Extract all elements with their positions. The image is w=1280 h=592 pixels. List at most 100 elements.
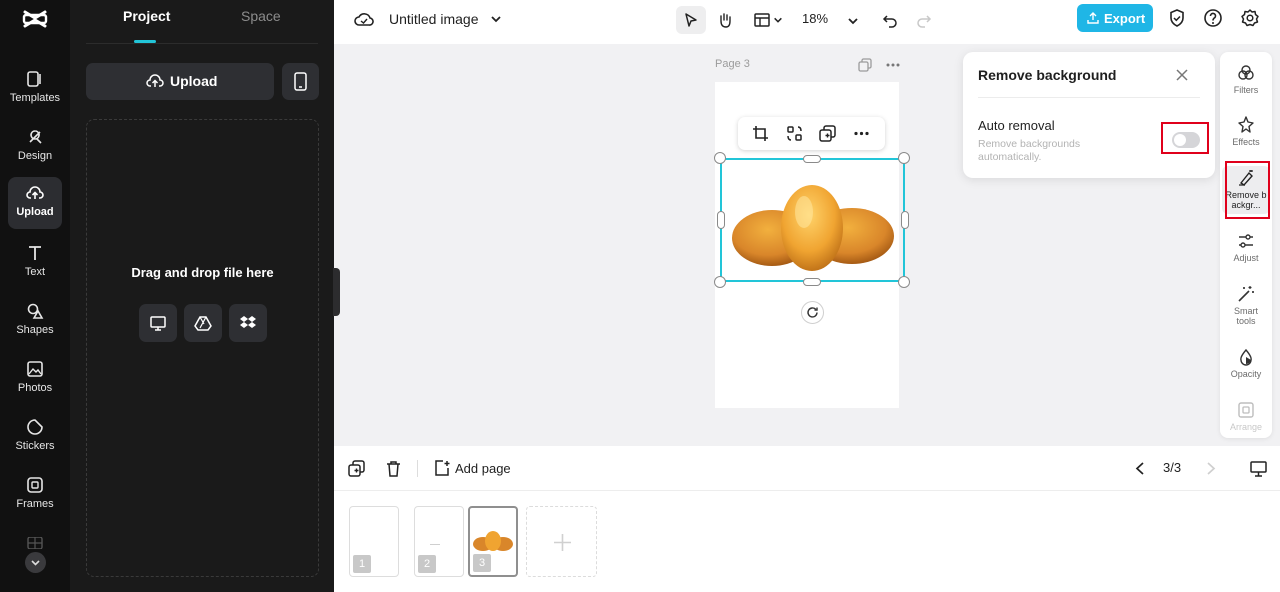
apps-icon[interactable]: [25, 537, 45, 549]
chevron-right-icon[interactable]: [1202, 460, 1219, 477]
templates-icon: [27, 71, 41, 87]
sidebar-item-shapes[interactable]: Shapes: [8, 295, 62, 347]
page-thumbnail-2[interactable]: 2: [414, 506, 464, 577]
cloud-sync-icon[interactable]: [354, 10, 374, 28]
photos-icon: [27, 361, 43, 377]
monitor-icon: [150, 316, 166, 331]
sidebar-item-label: Templates: [9, 92, 61, 104]
resize-handle-bottom-right[interactable]: [898, 276, 910, 288]
bread-rolls-image: [732, 185, 894, 271]
resize-handle-left[interactable]: [717, 211, 725, 229]
dropzone[interactable]: Drag and drop file here: [86, 119, 319, 577]
phone-icon: [294, 72, 307, 91]
resize-handle-right[interactable]: [901, 211, 909, 229]
sidebar-item-text[interactable]: Text: [8, 237, 62, 289]
pointer-icon: [685, 13, 697, 27]
zoom-dropdown-button[interactable]: [838, 6, 868, 34]
duplicate-page-icon[interactable]: [348, 460, 365, 477]
opacity-label: Opacity: [1230, 369, 1262, 379]
shield-icon[interactable]: [1167, 8, 1187, 28]
page-thumbnail-3[interactable]: 3: [468, 506, 518, 577]
sidebar-item-templates[interactable]: Templates: [8, 63, 62, 115]
hand-tool-button[interactable]: [710, 6, 740, 34]
sidebar-item-label: Upload: [16, 206, 54, 218]
google-drive-icon: [194, 316, 212, 331]
adjust-label: Adjust: [1233, 253, 1259, 263]
zoom-level[interactable]: 18%: [802, 11, 828, 26]
expand-more-button[interactable]: [25, 552, 46, 573]
duplicate-page-icon[interactable]: [858, 58, 872, 72]
select-tool-button[interactable]: [676, 6, 706, 34]
highlight-box: [1225, 161, 1270, 219]
tab-project[interactable]: Project: [123, 8, 170, 24]
add-page-thumbnail-button[interactable]: [526, 506, 597, 577]
arrange-button[interactable]: Arrange: [1222, 401, 1270, 432]
page-thumbnail-1[interactable]: 1: [349, 506, 399, 577]
resize-handle-bottom-left[interactable]: [714, 276, 726, 288]
export-button[interactable]: Export: [1077, 4, 1153, 32]
upload-button-label: Upload: [170, 73, 218, 89]
plus-icon: [554, 534, 571, 551]
more-options-icon[interactable]: [885, 58, 901, 72]
sidebar-item-design[interactable]: Design: [8, 121, 62, 173]
smart-tools-button[interactable]: Smart tools: [1222, 285, 1270, 326]
top-bar: Untitled image 18% Export: [334, 0, 1280, 44]
page-label: Page 3: [715, 58, 750, 70]
chevron-down-icon: [31, 560, 40, 566]
opacity-button[interactable]: Opacity: [1222, 348, 1270, 379]
resize-handle-top-left[interactable]: [714, 152, 726, 164]
resize-handle-top-right[interactable]: [898, 152, 910, 164]
redo-button[interactable]: [909, 6, 939, 34]
rotate-handle[interactable]: [801, 301, 824, 324]
sidebar-item-upload[interactable]: Upload: [8, 177, 62, 229]
undo-button[interactable]: [875, 6, 905, 34]
upload-button[interactable]: Upload: [86, 63, 274, 100]
popover-divider: [978, 97, 1200, 98]
adjust-button[interactable]: Adjust: [1222, 232, 1270, 263]
sidebar-item-frames[interactable]: Frames: [8, 469, 62, 521]
filters-button[interactable]: Filters: [1222, 64, 1270, 95]
sidebar-item-label: Frames: [16, 498, 54, 510]
upload-from-phone-button[interactable]: [282, 63, 319, 100]
sidebar-item-label: Design: [17, 150, 53, 162]
chevron-left-icon[interactable]: [1132, 460, 1149, 477]
document-title[interactable]: Untitled image: [389, 11, 479, 27]
sidebar-item-stickers[interactable]: Stickers: [8, 411, 62, 463]
upload-icon: [26, 186, 44, 199]
frames-icon: [27, 477, 43, 493]
tab-divider: [86, 43, 318, 44]
present-icon[interactable]: [1250, 460, 1267, 477]
trash-icon[interactable]: [385, 460, 402, 477]
upload-from-dropbox-button[interactable]: [229, 304, 267, 342]
magic-wand-icon: [1238, 286, 1254, 302]
left-rail: Templates Design Upload Text Shapes Phot…: [0, 0, 70, 592]
resize-handle-top[interactable]: [803, 155, 821, 163]
settings-gear-icon[interactable]: [1240, 8, 1260, 28]
element-toolbar: [738, 117, 885, 150]
tab-space[interactable]: Space: [241, 8, 281, 24]
thumbnail-bread-image: [473, 531, 513, 551]
sidebar-item-photos[interactable]: Photos: [8, 353, 62, 405]
crop-icon[interactable]: [752, 125, 769, 142]
help-icon[interactable]: [1203, 8, 1223, 28]
filters-label: Filters: [1233, 85, 1259, 95]
layout-dropdown-button[interactable]: [747, 6, 787, 34]
resize-handle-bottom[interactable]: [803, 278, 821, 286]
upload-from-computer-button[interactable]: [139, 304, 177, 342]
effects-button[interactable]: Effects: [1222, 116, 1270, 147]
capcut-logo[interactable]: [22, 6, 48, 32]
shapes-icon: [27, 303, 44, 319]
popover-title: Remove background: [978, 67, 1117, 83]
dropzone-text: Drag and drop file here: [131, 265, 274, 280]
close-icon[interactable]: [1175, 68, 1189, 82]
remove-background-popover: Remove background Auto removal Remove ba…: [963, 52, 1215, 178]
selected-image[interactable]: [720, 158, 905, 282]
panel-resize-handle[interactable]: [333, 268, 340, 316]
upload-from-google-drive-button[interactable]: [184, 304, 222, 342]
replace-icon[interactable]: [786, 125, 803, 142]
auto-removal-description: Remove backgrounds automatically.: [978, 138, 1081, 163]
more-options-icon[interactable]: [853, 125, 870, 142]
chevron-down-icon[interactable]: [490, 13, 502, 25]
duplicate-icon[interactable]: [819, 125, 836, 142]
upload-panel: Project Space Upload Drag and drop file …: [70, 0, 334, 592]
